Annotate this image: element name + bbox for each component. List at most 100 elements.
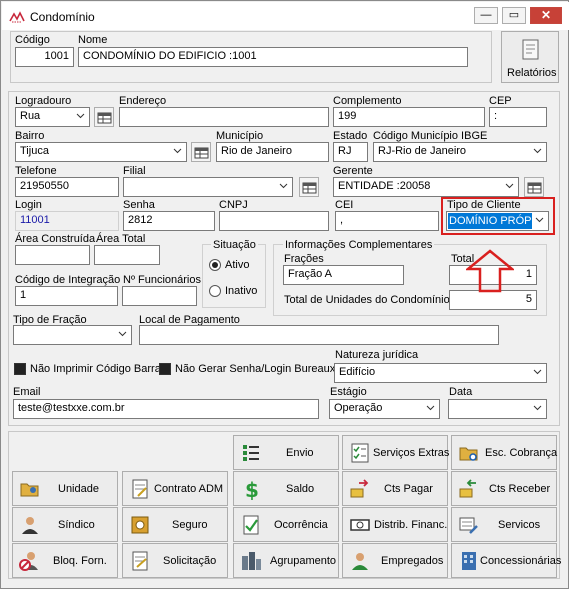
estado-field[interactable]: RJ xyxy=(333,142,368,162)
tipo-fracao-select[interactable] xyxy=(13,325,132,345)
report-icon xyxy=(522,39,539,60)
cei-field[interactable]: , xyxy=(335,211,439,231)
esc-cobranca-button[interactable]: Esc. Cobrança xyxy=(451,435,557,470)
inativo-radio[interactable] xyxy=(209,285,221,297)
nfuncionarios-label: Nº Funcionários xyxy=(123,274,201,286)
nfuncionarios-field[interactable] xyxy=(122,286,197,306)
bloq-forn-button[interactable]: Bloq. Forn. xyxy=(12,543,118,578)
maximize-button[interactable]: ▭ xyxy=(502,7,526,24)
estagio-value: Operação xyxy=(334,402,383,414)
window-title: Condomínio xyxy=(30,10,95,24)
dollar-icon: $ xyxy=(245,478,259,500)
estagio-select[interactable]: Operação xyxy=(329,399,440,419)
area-total-field[interactable] xyxy=(94,245,160,265)
unidade-button[interactable]: Unidade xyxy=(12,471,118,506)
telefone-field[interactable]: 21950550 xyxy=(15,177,119,197)
filial-select[interactable] xyxy=(123,177,293,197)
codigo-ibge-select[interactable]: RJ-Rio de Janeiro xyxy=(373,142,547,162)
title-bar: Condomínio — ▭ ✕ xyxy=(2,2,569,30)
grid-lookup-icon xyxy=(302,182,317,194)
local-pagamento-field[interactable] xyxy=(139,325,499,345)
servicos-label: Servicos xyxy=(498,519,541,531)
bairro-lookup-button[interactable] xyxy=(191,142,211,162)
ocorrencia-button[interactable]: Ocorrência xyxy=(233,507,339,542)
grid-lookup-icon xyxy=(97,112,112,124)
logradouro-value: Rua xyxy=(20,110,41,122)
nao-gerar-checkbox[interactable] xyxy=(159,363,171,375)
cts-receber-button[interactable]: Cts Receber xyxy=(451,471,557,506)
senha-label: Senha xyxy=(123,199,155,211)
codigo-field[interactable]: 1001 xyxy=(15,47,74,67)
solicitacao-button[interactable]: Solicitação xyxy=(122,543,228,578)
filial-lookup-button[interactable] xyxy=(299,177,319,197)
email-field[interactable]: teste@testxxe.com.br xyxy=(13,399,319,419)
estado-label: Estado xyxy=(333,130,368,142)
chevron-down-icon xyxy=(173,148,182,154)
relatorios-label: Relatórios xyxy=(507,67,557,79)
nao-imprimir-checkbox[interactable] xyxy=(14,363,26,375)
info-complementares-label: Informações Complementares xyxy=(283,239,435,251)
senha-field[interactable]: 2812 xyxy=(123,211,215,231)
esc-cobranca-label: Esc. Cobrança xyxy=(485,447,558,459)
distrib-financ-button[interactable]: Distrib. Financ. xyxy=(342,507,448,542)
area-construida-field[interactable] xyxy=(15,245,90,265)
gerente-lookup-button[interactable] xyxy=(524,177,544,197)
saldo-button[interactable]: $ Saldo xyxy=(233,471,339,506)
complemento-field[interactable]: 199 xyxy=(333,107,485,127)
money-receive-icon xyxy=(459,479,476,498)
tipo-cliente-select[interactable]: DOMÍNIO PRÓPR xyxy=(446,211,549,231)
svg-text:$: $ xyxy=(245,478,259,500)
chevron-down-icon xyxy=(426,405,435,411)
folder-user-icon xyxy=(20,483,39,497)
unidade-label: Unidade xyxy=(58,483,99,495)
banknote-icon xyxy=(350,519,370,531)
codigo-integracao-field[interactable]: 1 xyxy=(15,286,118,306)
nome-field[interactable]: CONDOMÍNIO DO EDIFICIO :1001 xyxy=(78,47,468,67)
ativo-label: Ativo xyxy=(225,259,250,271)
logradouro-lookup-button[interactable] xyxy=(94,107,114,127)
checklist-icon xyxy=(351,443,369,463)
cnpj-field[interactable] xyxy=(219,211,329,231)
natureza-select[interactable]: Edifício xyxy=(334,363,547,383)
cts-receber-label: Cts Receber xyxy=(489,483,551,495)
folder-search-icon xyxy=(459,447,478,461)
money-transfer-icon xyxy=(350,479,369,498)
minimize-button[interactable]: — xyxy=(474,7,498,24)
logradouro-label: Logradouro xyxy=(15,95,72,107)
ativo-radio[interactable] xyxy=(209,259,221,271)
distrib-financ-label: Distrib. Financ. xyxy=(374,519,448,531)
sindico-button[interactable]: Síndico xyxy=(12,507,118,542)
relatorios-button[interactable]: Relatórios xyxy=(501,31,559,83)
telefone-label: Telefone xyxy=(15,165,57,177)
concessionarias-button[interactable]: Concessionárias xyxy=(451,543,561,578)
seguro-button[interactable]: Seguro xyxy=(122,507,228,542)
buildings-icon xyxy=(242,552,261,570)
servicos-button[interactable]: Servicos xyxy=(451,507,557,542)
fracoes-field[interactable]: Fração A xyxy=(283,265,404,285)
chevron-down-icon xyxy=(533,405,542,411)
total-unidades-label: Total de Unidades do Condomínio xyxy=(284,294,450,306)
endereco-label: Endereço xyxy=(119,95,167,107)
agrupamento-button[interactable]: Agrupamento xyxy=(233,543,339,578)
endereco-field[interactable] xyxy=(119,107,329,127)
logradouro-select[interactable]: Rua xyxy=(15,107,90,127)
employee-icon xyxy=(352,553,368,570)
saldo-label: Saldo xyxy=(286,483,315,495)
cep-field[interactable]: : xyxy=(489,107,547,127)
close-button[interactable]: ✕ xyxy=(530,7,562,24)
gerente-select[interactable]: ENTIDADE :20058 xyxy=(333,177,519,197)
codigo-ibge-label: Código Município IBGE xyxy=(373,130,488,142)
envio-button[interactable]: Envio xyxy=(233,435,339,470)
total-unidades-field[interactable]: 5 xyxy=(449,290,537,310)
chevron-down-icon xyxy=(76,113,85,119)
data-select[interactable] xyxy=(448,399,547,419)
bairro-select[interactable]: Tijuca xyxy=(15,142,187,162)
cts-pagar-button[interactable]: Cts Pagar xyxy=(342,471,448,506)
contrato-adm-button[interactable]: Contrato ADM xyxy=(122,471,228,506)
empregados-button[interactable]: Empregados xyxy=(342,543,448,578)
municipio-field[interactable]: Rio de Janeiro xyxy=(216,142,329,162)
empregados-label: Empregados xyxy=(381,555,444,567)
chevron-down-icon xyxy=(279,183,288,189)
servicos-extras-button[interactable]: Serviços Extras xyxy=(342,435,449,470)
login-field: 11001 xyxy=(15,211,119,231)
